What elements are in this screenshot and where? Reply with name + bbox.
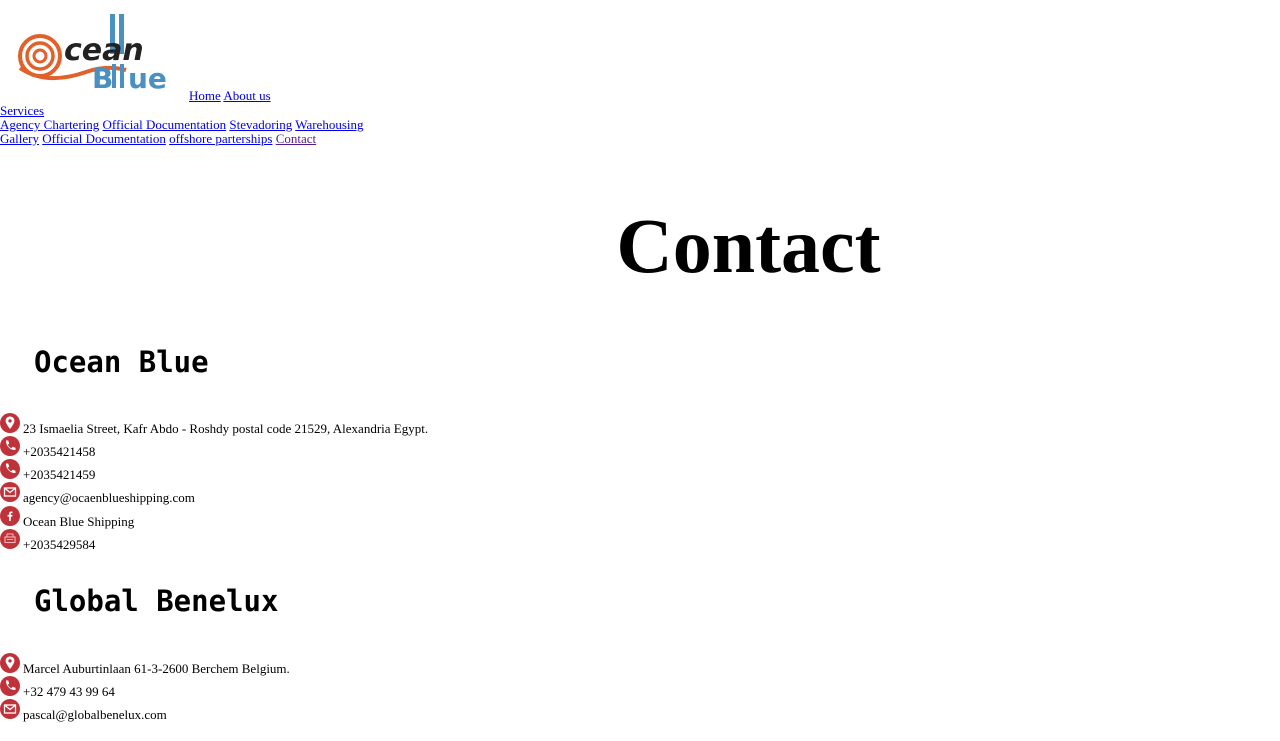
nav-services-link[interactable]: Services — [0, 103, 44, 118]
location-pin-icon — [0, 413, 20, 433]
office-name: Ocean Blue — [34, 345, 209, 379]
nav-home-link[interactable]: Home — [189, 88, 221, 103]
office-name: Global Benelux — [34, 584, 279, 618]
mail-icon — [0, 482, 20, 502]
nav-contact-link[interactable]: Contact — [276, 131, 316, 146]
svg-text:ue: ue — [128, 62, 167, 92]
phone-icon — [0, 436, 20, 456]
facebook-icon — [0, 506, 20, 526]
site-header: cean B ue Home About us Services Agency … — [0, 0, 1280, 150]
phone-text: +32 479 43 99 64 — [23, 684, 115, 699]
ocean-blue-logo[interactable]: cean B ue — [16, 10, 174, 95]
email-text: pascal@globalbenelux.com — [23, 707, 167, 722]
fax-text: +2035429584 — [23, 537, 96, 552]
nav-gallery-link[interactable]: Gallery — [0, 131, 39, 146]
nav-row-4: Gallery Official Documentation offshore … — [0, 131, 316, 146]
phone-icon — [0, 459, 20, 479]
address-text: 23 Ismaelia Street, Kafr Abdo - Roshdy p… — [23, 421, 429, 436]
nav-official-documentation-link[interactable]: Official Documentation — [103, 117, 227, 132]
phone-text: +2035421459 — [23, 467, 96, 482]
nav-row-3: Agency Chartering Official Documentation… — [0, 117, 364, 132]
nav-official-documentation-link-2[interactable]: Official Documentation — [42, 131, 166, 146]
nav-warehousing-link[interactable]: Warehousing — [295, 117, 363, 132]
nav-agency-chartering-link[interactable]: Agency Chartering — [0, 117, 99, 132]
location-pin-icon — [0, 653, 20, 673]
facebook-text: Ocean Blue Shipping — [23, 514, 135, 529]
nav-offshore-link[interactable]: offshore parterships — [169, 131, 272, 146]
page-title: Contact — [616, 202, 881, 289]
svg-text:B: B — [92, 62, 113, 92]
address-text: Marcel Auburtinlaan 61-3-2600 Berchem Be… — [23, 661, 290, 676]
fax-icon — [0, 529, 20, 549]
nav-row-2: Services — [0, 103, 44, 118]
email-text: agency@ocaenblueshipping.com — [23, 490, 195, 505]
nav-row-1: Home About us — [189, 88, 271, 103]
nav-stevadoring-link[interactable]: Stevadoring — [229, 117, 292, 132]
mail-icon — [0, 699, 20, 719]
phone-icon — [0, 676, 20, 696]
phone-text: +2035421458 — [23, 444, 96, 459]
nav-about-link[interactable]: About us — [223, 88, 270, 103]
